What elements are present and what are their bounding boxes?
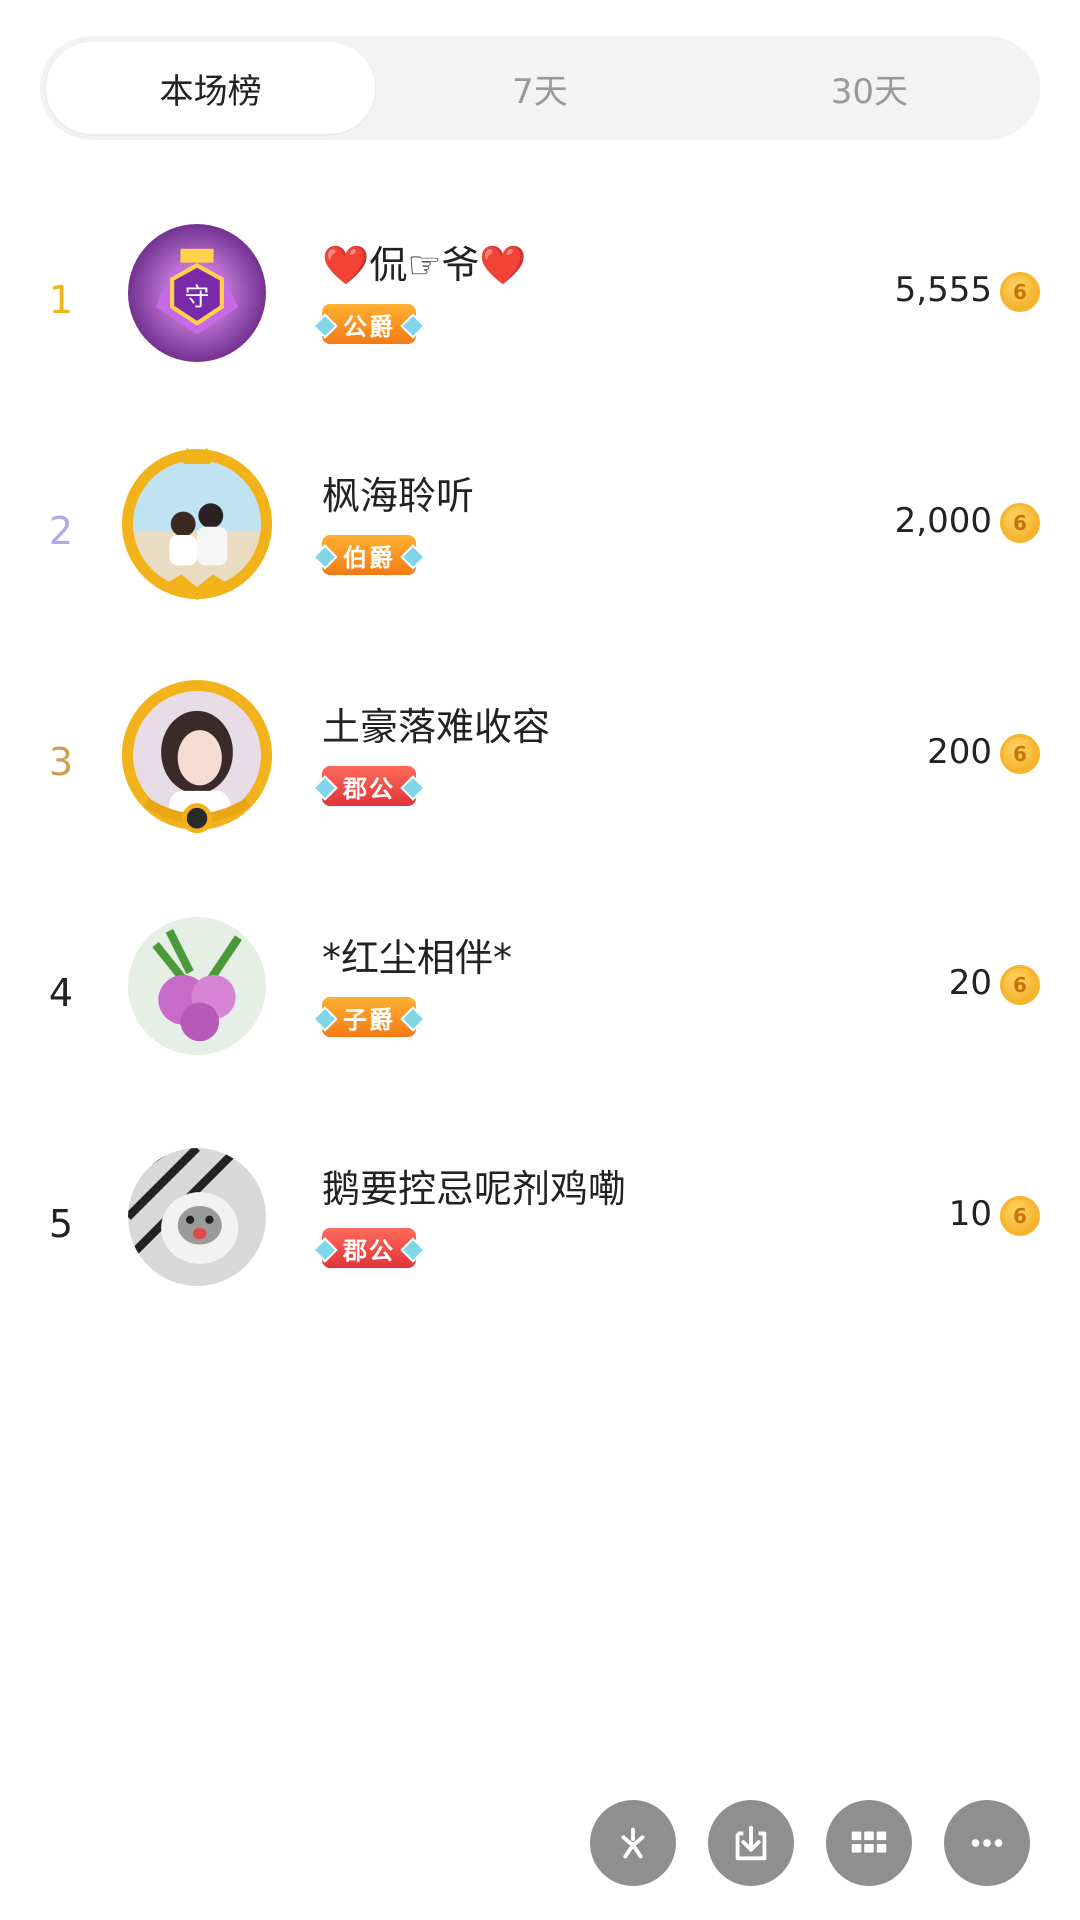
coin-icon: 6 (1000, 965, 1040, 1005)
user-name: ❤️侃☞爷❤️ (322, 243, 527, 287)
score-value: 200 (927, 732, 992, 772)
list-item[interactable]: 2 枫海聆听 伯爵 2,000 6 (0, 431, 1080, 662)
rank-badge: 郡公 (322, 766, 416, 806)
rank-number: 3 (48, 740, 74, 784)
user-name: *红尘相伴* (322, 936, 513, 980)
list-item[interactable]: 4 *红尘相伴* 子爵 20 6 (0, 893, 1080, 1124)
ranking-list: 1 守 ❤️侃☞爷❤️ 公爵 5,555 6 2 枫海聆听 伯爵 2,000 6… (0, 200, 1080, 1355)
tab-7-days[interactable]: 7天 (375, 42, 704, 134)
leaderboard-page: 本场榜 7天 30天 1 守 ❤️侃☞爷❤️ 公爵 5,555 6 2 枫海聆听… (0, 0, 1080, 1920)
list-item[interactable]: 5 鹅要控忌呢剂鸡嘞 郡公 10 6 (0, 1124, 1080, 1355)
rank-number: 4 (48, 971, 74, 1015)
rank-number: 2 (48, 509, 74, 553)
bottom-action-bar (0, 1800, 1080, 1888)
rank-badge: 伯爵 (322, 535, 416, 575)
rank-badge: 郡公 (322, 1228, 416, 1268)
score-value: 5,555 (894, 270, 992, 310)
grid-button[interactable] (826, 1800, 912, 1886)
more-button[interactable] (944, 1800, 1030, 1886)
more-icon (971, 1839, 1003, 1847)
avatar[interactable] (124, 913, 270, 1059)
grid-icon (851, 1831, 887, 1853)
pinwheel-icon (621, 1827, 645, 1859)
download-button[interactable] (708, 1800, 794, 1886)
avatar[interactable] (121, 679, 273, 834)
score-value: 20 (948, 963, 992, 1003)
avatar[interactable] (124, 1144, 270, 1290)
list-item[interactable]: 3 土豪落难收容 郡公 200 6 (0, 662, 1080, 893)
avatar[interactable] (121, 448, 273, 600)
avatar[interactable]: 守 (124, 220, 270, 366)
rank-number: 5 (48, 1202, 74, 1246)
rank-badge: 公爵 (322, 304, 416, 344)
score-value: 10 (948, 1194, 992, 1234)
user-name: 土豪落难收容 (322, 705, 551, 749)
list-item[interactable]: 1 守 ❤️侃☞爷❤️ 公爵 5,555 6 (0, 200, 1080, 431)
coin-icon: 6 (1000, 734, 1040, 774)
score-value: 2,000 (894, 501, 992, 541)
user-name: 鹅要控忌呢剂鸡嘞 (322, 1167, 627, 1211)
period-tabs: 本场榜 7天 30天 (40, 36, 1040, 140)
coin-icon: 6 (1000, 503, 1040, 543)
pinwheel-button[interactable] (590, 1800, 676, 1886)
user-name: 枫海聆听 (322, 474, 475, 518)
rank-badge: 子爵 (322, 997, 416, 1037)
coin-icon: 6 (1000, 1196, 1040, 1236)
coin-icon: 6 (1000, 272, 1040, 312)
svg-text:守: 守 (185, 282, 210, 311)
rank-number: 1 (48, 278, 74, 322)
tab-this-session[interactable]: 本场榜 (46, 42, 376, 134)
tab-30-days[interactable]: 30天 (705, 42, 1034, 134)
download-icon (735, 1825, 767, 1861)
